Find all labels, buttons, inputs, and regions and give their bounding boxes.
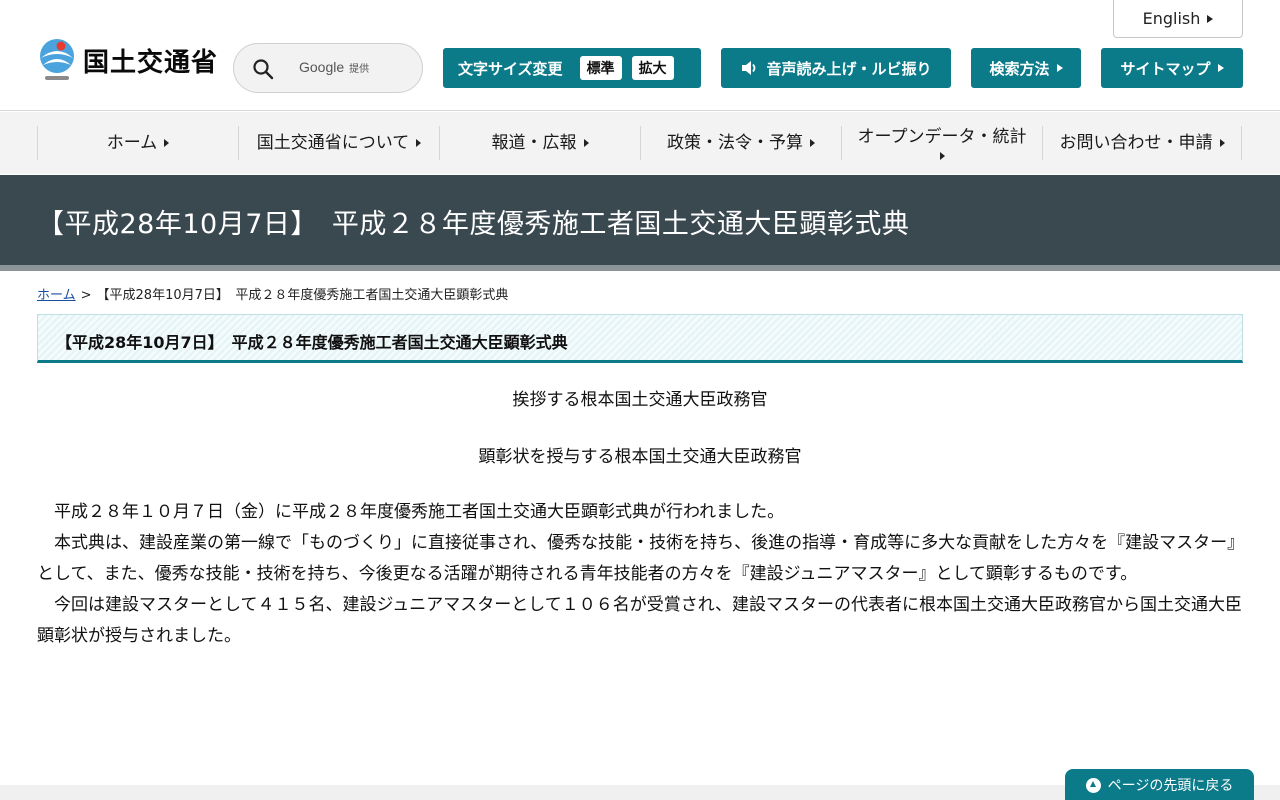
divider (0, 265, 1280, 271)
breadcrumb-current: 【平成28年10月7日】 平成２８年度優秀施工者国土交通大臣顕彰式典 (96, 288, 509, 303)
arrow-right-icon (1219, 139, 1225, 147)
arrow-right-icon (1207, 14, 1214, 23)
nav-item-opendata[interactable]: オープンデータ・統計 (841, 126, 1042, 160)
search-provider-label: Google 提供 (299, 59, 370, 75)
nav-item-press[interactable]: 報道・広報 (439, 126, 640, 160)
arrow-right-icon (1217, 64, 1224, 72)
article-body: 平成２８年１０月７日（金）に平成２８年度優秀施工者国土交通大臣顕彰式典が行われま… (37, 497, 1245, 652)
text-size-label: 文字サイズ変更 (458, 59, 563, 78)
section-heading-box: 【平成28年10月7日】 平成２８年度優秀施工者国土交通大臣顕彰式典 (37, 314, 1243, 363)
text-size-control: 文字サイズ変更 標準 拡大 (443, 48, 701, 88)
back-to-top-label: ページの先頭に戻る (1107, 778, 1234, 794)
back-to-top-button[interactable]: ページの先頭に戻る (1065, 769, 1254, 800)
breadcrumb-separator: > (80, 288, 92, 303)
text-size-standard-button[interactable]: 標準 (579, 56, 622, 80)
breadcrumb-home-link[interactable]: ホーム (37, 288, 76, 303)
paragraph: 平成２８年１０月７日（金）に平成２８年度優秀施工者国土交通大臣顕彰式典が行われま… (54, 502, 785, 522)
search-howto-label: 検索方法 (989, 59, 1050, 78)
voice-ruby-label: 音声読み上げ・ルビ振り (766, 59, 932, 78)
english-label: English (1142, 9, 1201, 28)
nav-item-contact[interactable]: お問い合わせ・申請 (1042, 126, 1242, 160)
sitemap-button[interactable]: サイトマップ (1101, 48, 1243, 88)
search-input[interactable]: Google 提供 (233, 43, 423, 93)
nav-item-home[interactable]: ホーム (37, 126, 238, 160)
arrow-right-icon (1056, 64, 1063, 72)
text-size-large-button[interactable]: 拡大 (631, 56, 674, 80)
arrow-up-icon (1085, 777, 1101, 793)
nav-item-about[interactable]: 国土交通省について (238, 126, 439, 160)
page-title: 【平成28年10月7日】 平成２８年度優秀施工者国土交通大臣顕彰式典 (37, 209, 910, 240)
photo-caption: 挨拶する根本国土交通大臣政務官 (512, 390, 768, 410)
section-heading: 【平成28年10月7日】 平成２８年度優秀施工者国土交通大臣顕彰式典 (56, 333, 568, 352)
paragraph: 今回は建設マスターとして４１５名、建設ジュニアマスターとして１０６名が受賞され、… (37, 595, 1242, 646)
arrow-right-icon (583, 139, 589, 147)
voice-ruby-button[interactable]: 音声読み上げ・ルビ振り (721, 48, 951, 88)
logo-text: 国土交通省 (83, 47, 219, 78)
photo-caption: 顕彰状を授与する根本国土交通大臣政務官 (478, 447, 802, 467)
arrow-right-icon (810, 139, 815, 147)
search-howto-button[interactable]: 検索方法 (971, 48, 1081, 88)
site-logo[interactable]: 国土交通省 (37, 38, 218, 82)
speaker-icon (742, 61, 756, 75)
global-nav: ホーム 国土交通省について 報道・広報 政策・法令・予算 オープンデータ・統計 … (0, 112, 1280, 174)
english-link[interactable]: English (1113, 0, 1243, 38)
breadcrumb: ホーム > 【平成28年10月7日】 平成２８年度優秀施工者国土交通大臣顕彰式典 (37, 284, 508, 303)
page-title-band: 【平成28年10月7日】 平成２８年度優秀施工者国土交通大臣顕彰式典 (0, 175, 1280, 265)
arrow-right-icon (939, 151, 945, 160)
site-header: English 国土交通省 Google 提供 文字サイズ変更 標準 拡大 音声読… (0, 0, 1280, 111)
paragraph: 本式典は、建設産業の第一線で「ものづくり」に直接従事され、優秀な技能・技術を持ち… (37, 533, 1245, 584)
search-icon (253, 59, 274, 80)
arrow-right-icon (164, 139, 170, 147)
arrow-right-icon (416, 139, 422, 147)
mlit-logo-icon (40, 39, 74, 80)
sitemap-label: サイトマップ (1120, 59, 1211, 78)
nav-item-policy[interactable]: 政策・法令・予算 (640, 126, 841, 160)
